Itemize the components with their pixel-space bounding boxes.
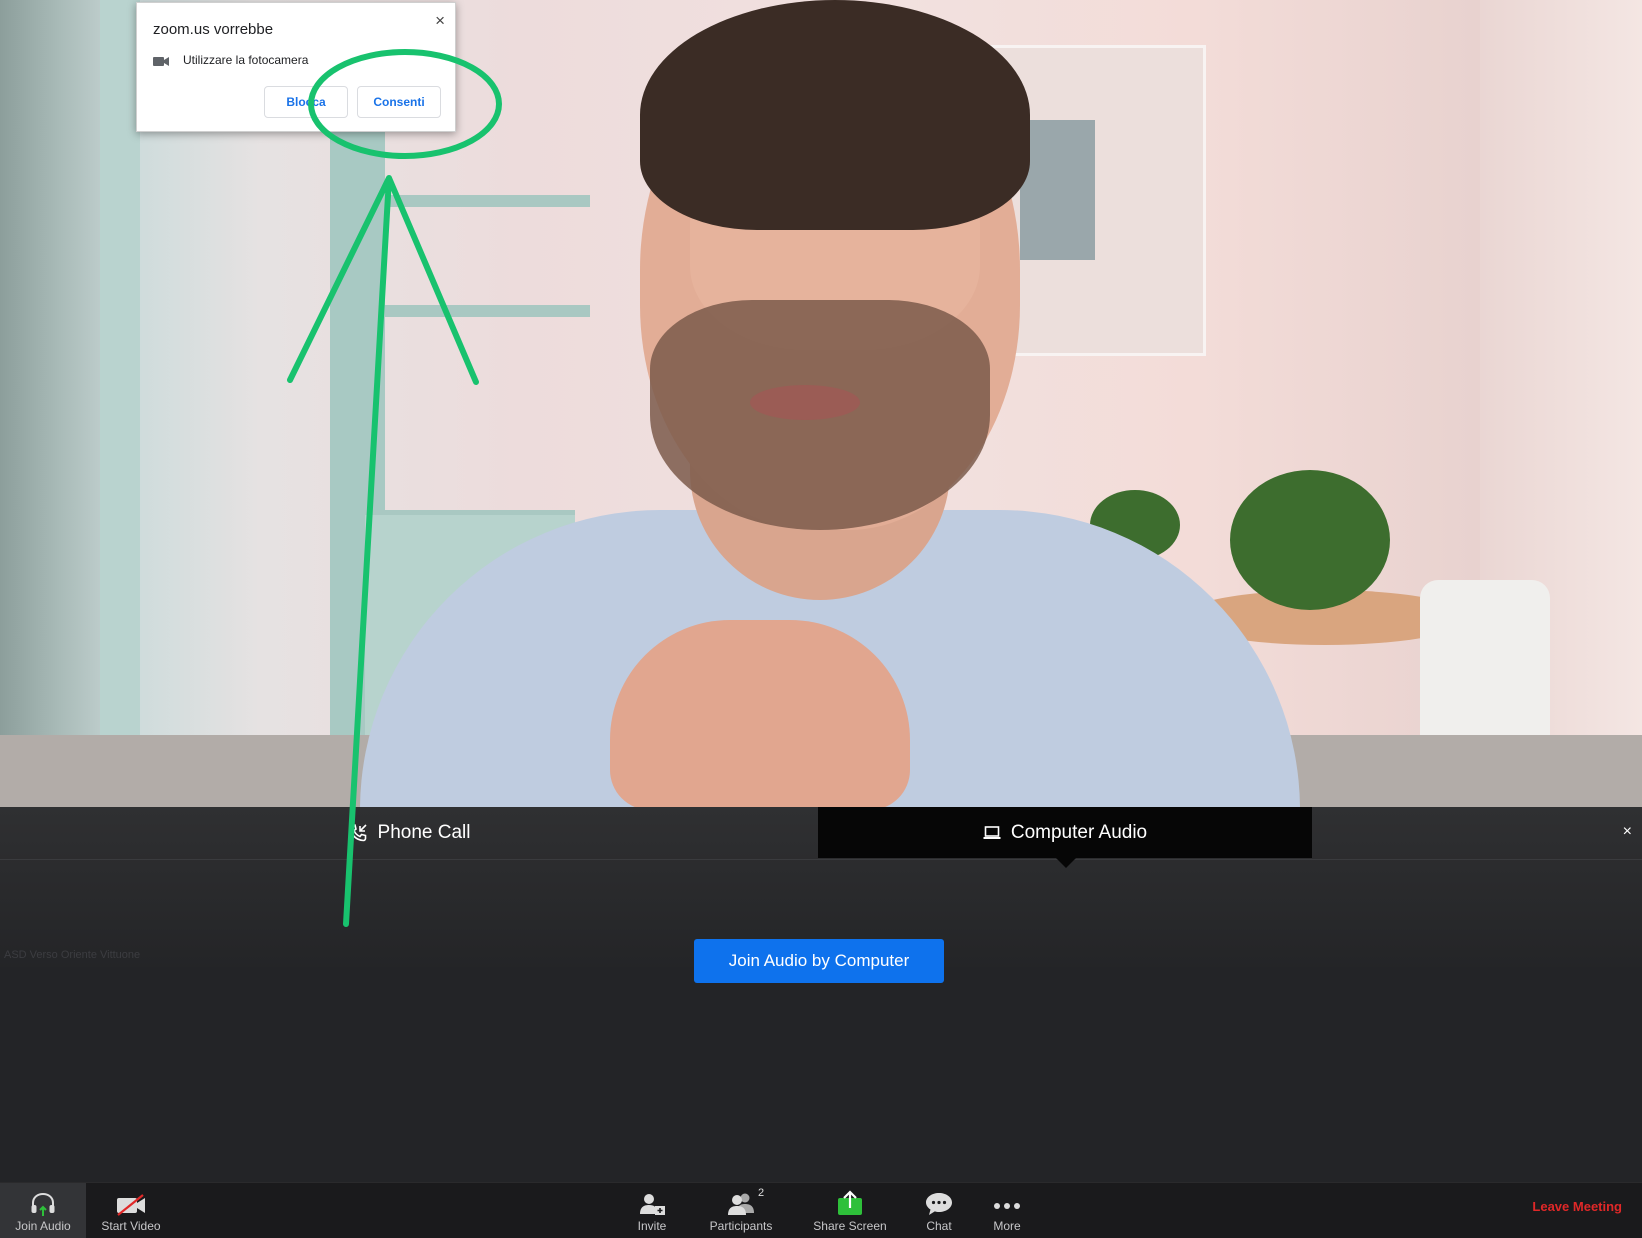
permission-dialog-title: zoom.us vorrebbe [153, 21, 274, 38]
meeting-name: ASD Verso Oriente Vittuone [4, 949, 141, 961]
participants-button[interactable]: 2 Participants [702, 1183, 780, 1238]
tab-computer-audio-label: Computer Audio [1010, 821, 1148, 843]
start-video-button[interactable]: Start Video [92, 1183, 170, 1238]
share-screen-icon [838, 1190, 862, 1215]
start-video-label: Start Video [101, 1219, 161, 1233]
chat-button[interactable]: Chat [918, 1183, 960, 1238]
participants-icon [728, 1193, 754, 1215]
active-tab-caret [1056, 858, 1076, 868]
close-panel-icon[interactable]: × [1623, 823, 1632, 841]
join-audio-label: Join Audio [15, 1219, 71, 1233]
share-screen-button[interactable]: Share Screen [808, 1183, 892, 1238]
video-off-icon [117, 1194, 145, 1216]
share-screen-label: Share Screen [813, 1219, 887, 1233]
audio-tab-bar: Phone Call Computer Audio × [0, 807, 1642, 868]
invite-icon [640, 1194, 665, 1215]
more-label: More [993, 1219, 1021, 1233]
more-button[interactable]: More [986, 1183, 1028, 1238]
close-icon[interactable]: × [435, 11, 445, 31]
participants-label: Participants [709, 1219, 773, 1233]
join-audio-button[interactable]: Join Audio [0, 1183, 86, 1238]
invite-button[interactable]: Invite [630, 1183, 674, 1238]
camera-icon [153, 57, 169, 66]
invite-label: Invite [637, 1219, 667, 1233]
tab-computer-audio[interactable]: Computer Audio [818, 807, 1312, 858]
tab-phone-call[interactable]: Phone Call [0, 807, 818, 858]
meeting-toolbar: Join Audio Start Video Invite 2 Particip… [0, 1182, 1642, 1238]
camera-permission-dialog: zoom.us vorrebbe × Utilizzare la fotocam… [136, 2, 456, 132]
phone-icon [349, 823, 367, 841]
chat-icon [926, 1193, 952, 1215]
join-audio-panel: Phone Call Computer Audio × ASD Verso Or… [0, 807, 1642, 1182]
allow-button[interactable]: Consenti [357, 86, 441, 118]
laptop-icon [983, 825, 1001, 839]
join-audio-by-computer-button[interactable]: Join Audio by Computer [694, 939, 944, 983]
leave-meeting-button[interactable]: Leave Meeting [1532, 1199, 1622, 1214]
permission-text: Utilizzare la fotocamera [183, 53, 309, 67]
chat-label: Chat [926, 1219, 952, 1233]
headphones-icon [31, 1192, 55, 1216]
participants-count-badge: 2 [758, 1187, 765, 1199]
tab-phone-call-label: Phone Call [377, 821, 471, 843]
more-icon [994, 1203, 1020, 1209]
block-button[interactable]: Blocca [264, 86, 348, 118]
